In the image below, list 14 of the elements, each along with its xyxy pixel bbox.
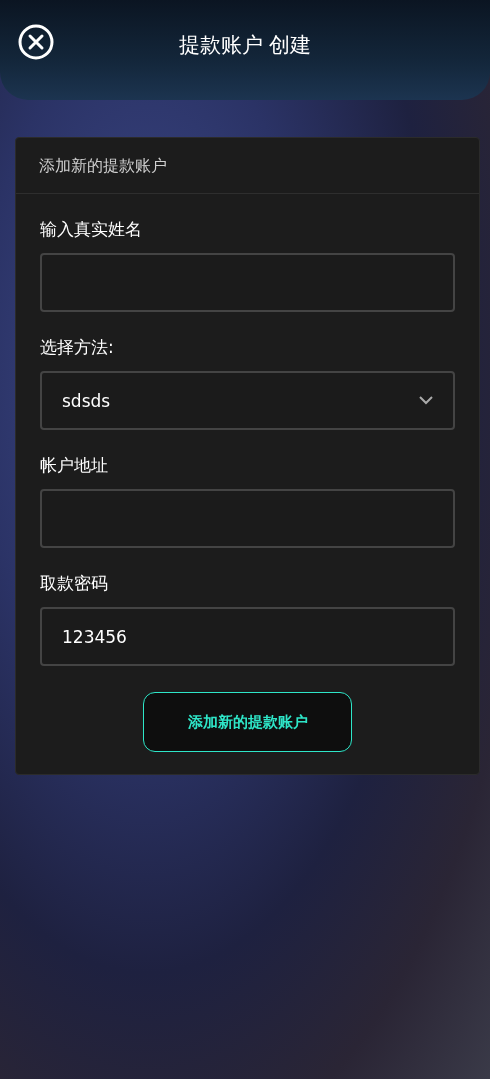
close-button[interactable] — [18, 24, 54, 60]
field-label: 选择方法: — [40, 336, 115, 359]
card-title: 添加新的提款账户 — [16, 138, 479, 194]
page-title: 提款账户 创建 — [177, 32, 313, 59]
input-field[interactable] — [40, 489, 455, 548]
input-field[interactable] — [40, 253, 455, 312]
close-icon — [18, 24, 54, 60]
submit-button[interactable]: 添加新的提款账户 — [143, 692, 352, 752]
select-field[interactable]: sdsds — [40, 371, 455, 430]
field-label: 取款密码 — [40, 572, 109, 595]
input-field[interactable]: 123456 — [40, 607, 455, 666]
field-label: 输入真实姓名 — [40, 218, 143, 241]
chevron-down-icon — [419, 396, 433, 405]
field-label: 帐户地址 — [40, 454, 109, 477]
